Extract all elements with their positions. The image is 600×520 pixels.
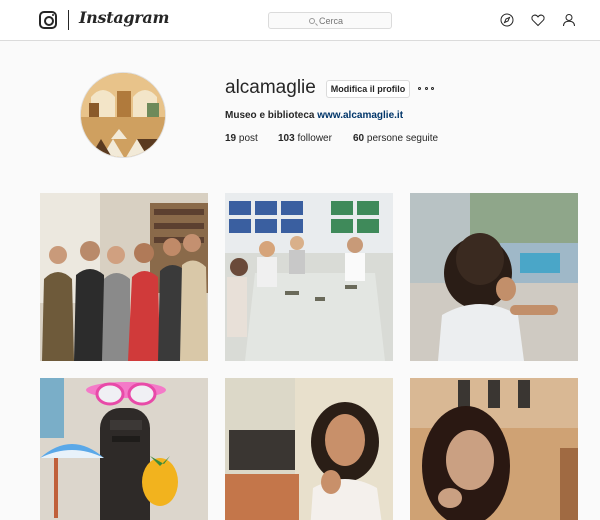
edit-profile-button[interactable]: Modifica il profilo <box>326 80 410 98</box>
post-thumbnail[interactable] <box>410 193 578 361</box>
instagram-camera-icon[interactable] <box>39 11 57 29</box>
post-thumbnail[interactable] <box>40 378 208 520</box>
stat-posts: 19 post <box>225 133 258 144</box>
instagram-wordmark[interactable]: Instagram <box>79 8 169 27</box>
logo-divider <box>68 10 69 30</box>
profile-avatar[interactable] <box>80 72 166 158</box>
mask-sculpture-image <box>40 378 208 520</box>
group-photo-image <box>40 193 208 361</box>
heart-icon[interactable] <box>531 13 545 27</box>
post-thumbnail[interactable] <box>40 193 208 361</box>
post-thumbnail[interactable] <box>225 378 393 520</box>
stat-followers[interactable]: 103 follower <box>278 133 332 144</box>
compass-icon[interactable] <box>500 13 514 27</box>
top-navigation-bar: Instagram <box>0 0 600 41</box>
post-thumbnail[interactable] <box>225 193 393 361</box>
bio-name: Museo e biblioteca <box>225 110 315 121</box>
search-input[interactable] <box>319 14 389 27</box>
search-icon <box>309 18 315 24</box>
profile-bio: Museo e biblioteca www.alcamaglie.it <box>225 110 403 121</box>
child-at-window-image <box>410 193 578 361</box>
profile-username: alcamaglie <box>225 77 316 98</box>
more-options-icon[interactable] <box>418 82 434 94</box>
post-thumbnail[interactable] <box>410 378 578 520</box>
search-box[interactable] <box>268 12 392 29</box>
kids-workshop-image <box>225 193 393 361</box>
person-icon[interactable] <box>562 13 576 27</box>
bio-link[interactable]: www.alcamaglie.it <box>317 110 403 121</box>
woman-smiling-image <box>225 378 393 520</box>
stat-following[interactable]: 60 persone seguite <box>353 133 438 144</box>
woman-portrait-image <box>410 378 578 520</box>
